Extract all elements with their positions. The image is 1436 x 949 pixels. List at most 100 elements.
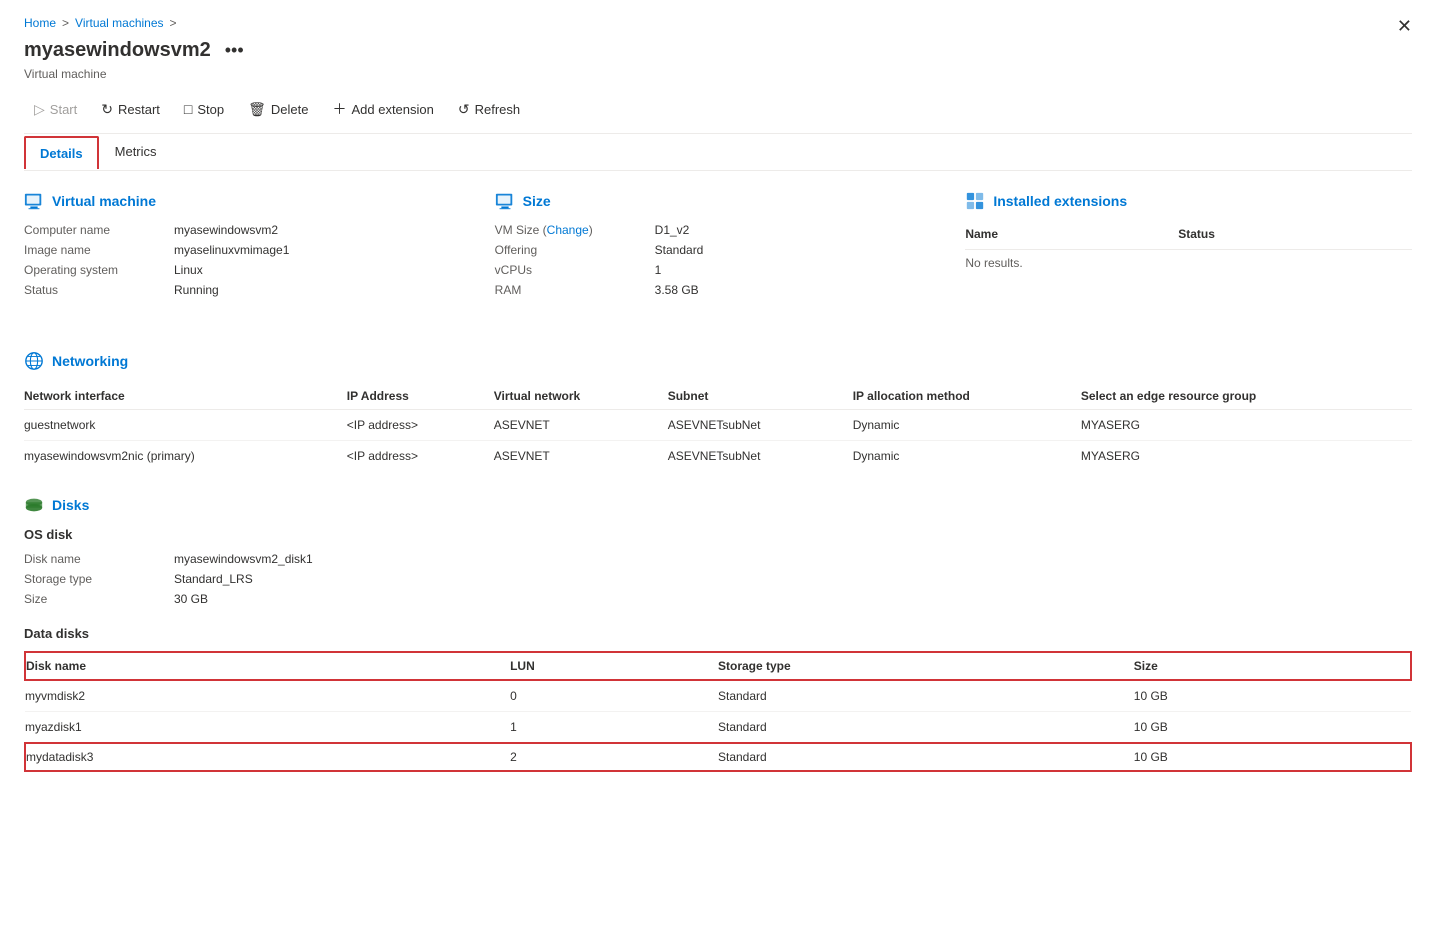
vm-os-value: Linux xyxy=(174,263,471,277)
vm-size-change-link[interactable]: Change xyxy=(547,223,589,237)
net-row-2: myasewindowsvm2nic (primary) <IP address… xyxy=(24,441,1412,472)
vm-image-name-row: Image name myaselinuxvmimage1 xyxy=(24,243,471,257)
start-label: Start xyxy=(50,102,77,117)
extensions-section-title: Installed extensions xyxy=(993,193,1127,209)
storage-type-value: Standard_LRS xyxy=(174,572,1412,586)
data-disk-3-storage: Standard xyxy=(718,743,1134,771)
add-extension-icon: ＋ xyxy=(332,99,346,119)
content-area: Virtual machine Computer name myasewindo… xyxy=(24,191,1412,772)
disk-size-label: Size xyxy=(24,592,174,606)
more-options-button[interactable]: ••• xyxy=(219,38,250,63)
size-icon xyxy=(495,191,515,211)
vm-status-value: Running xyxy=(174,283,471,297)
data-disks-title: Data disks xyxy=(24,626,1412,641)
disks-icon xyxy=(24,495,44,515)
net-row-2-ip: <IP address> xyxy=(347,441,494,472)
stop-button[interactable]: □ Stop xyxy=(174,95,234,123)
restart-button[interactable]: ↻ Restart xyxy=(91,95,170,124)
ram-label: RAM xyxy=(495,283,655,297)
subtitle: Virtual machine xyxy=(24,67,1412,81)
start-button[interactable]: ▷ Start xyxy=(24,95,87,124)
net-row-1-rg: MYASERG xyxy=(1081,410,1412,441)
vm-size-row: VM Size (Change) D1_v2 xyxy=(495,223,942,237)
net-row-2-subnet: ASEVNETsubNet xyxy=(668,441,853,472)
net-col-interface: Network interface xyxy=(24,383,347,410)
networking-icon-svg xyxy=(24,350,44,372)
extensions-section: Installed extensions Name Status No resu… xyxy=(965,191,1412,303)
close-button[interactable]: ✕ xyxy=(1397,16,1412,37)
stop-icon: □ xyxy=(184,101,192,117)
disk-name-row: Disk name myasewindowsvm2_disk1 xyxy=(24,552,1412,566)
net-row-1-vnet: ASEVNET xyxy=(494,410,668,441)
data-disks-col-storage: Storage type xyxy=(718,652,1134,680)
ext-col-name: Name xyxy=(965,223,1178,250)
refresh-button[interactable]: ↺ Refresh xyxy=(448,95,530,124)
tab-details[interactable]: Details xyxy=(24,136,99,169)
breadcrumb-virtual-machines[interactable]: Virtual machines xyxy=(75,16,164,30)
offering-value: Standard xyxy=(655,243,942,257)
offering-row: Offering Standard xyxy=(495,243,942,257)
data-disk-2-storage: Standard xyxy=(718,712,1134,744)
networking-section: Networking Network interface IP Address … xyxy=(24,351,1412,471)
disks-section-title: Disks xyxy=(52,497,89,513)
data-disk-3-lun: 2 xyxy=(510,743,718,771)
vm-icon-svg xyxy=(24,190,44,212)
ram-row: RAM 3.58 GB xyxy=(495,283,942,297)
tabs: Details Metrics xyxy=(24,134,1412,171)
vm-computer-name-value: myasewindowsvm2 xyxy=(174,223,471,237)
disks-section-header: Disks xyxy=(24,495,1412,515)
vm-size-value: D1_v2 xyxy=(655,223,942,237)
data-disk-1-size: 10 GB xyxy=(1134,680,1411,712)
net-row-2-interface: myasewindowsvm2nic (primary) xyxy=(24,441,347,472)
tab-metrics[interactable]: Metrics xyxy=(99,134,173,171)
top-sections: Virtual machine Computer name myasewindo… xyxy=(24,191,1412,327)
title-area: myasewindowsvm2 ••• xyxy=(24,38,1412,63)
start-icon: ▷ xyxy=(34,101,45,118)
os-disk-title: OS disk xyxy=(24,527,1412,542)
vm-icon xyxy=(24,191,44,211)
vm-status-row: Status Running xyxy=(24,283,471,297)
data-disk-1-lun: 0 xyxy=(510,680,718,712)
data-disks-col-lun: LUN xyxy=(510,652,718,680)
vcpus-label: vCPUs xyxy=(495,263,655,277)
breadcrumb-sep1: > xyxy=(62,16,69,30)
delete-button[interactable]: 🗑 Delete xyxy=(238,95,318,124)
vcpus-value: 1 xyxy=(655,263,942,277)
net-col-rg: Select an edge resource group xyxy=(1081,383,1412,410)
ext-col-status: Status xyxy=(1178,223,1412,250)
vm-section-title: Virtual machine xyxy=(52,193,156,209)
refresh-label: Refresh xyxy=(475,102,521,117)
disk-size-row: Size 30 GB xyxy=(24,592,1412,606)
extensions-section-header: Installed extensions xyxy=(965,191,1412,211)
disks-section: Disks OS disk Disk name myasewindowsvm2_… xyxy=(24,495,1412,772)
disk-size-value: 30 GB xyxy=(174,592,1412,606)
net-row-1-subnet: ASEVNETsubNet xyxy=(668,410,853,441)
restart-icon: ↻ xyxy=(101,101,113,118)
page-title: myasewindowsvm2 xyxy=(24,39,211,62)
breadcrumb-home[interactable]: Home xyxy=(24,16,56,30)
data-disk-2-lun: 1 xyxy=(510,712,718,744)
net-col-allocation: IP allocation method xyxy=(853,383,1081,410)
data-disk-row-3[interactable]: mydatadisk3 2 Standard 10 GB xyxy=(25,743,1411,771)
data-disk-3-size: 10 GB xyxy=(1134,743,1411,771)
size-section: Size VM Size (Change) D1_v2 Offering Sta… xyxy=(495,191,942,303)
toolbar: ▷ Start ↻ Restart □ Stop 🗑 Delete ＋ Add … xyxy=(24,93,1412,134)
extensions-icon xyxy=(965,191,985,211)
data-disk-row-1: myvmdisk2 0 Standard 10 GB xyxy=(25,680,1411,712)
add-extension-button[interactable]: ＋ Add extension xyxy=(322,93,443,125)
extensions-table: Name Status No results. xyxy=(965,223,1412,276)
size-section-title: Size xyxy=(523,193,551,209)
net-row-1-allocation: Dynamic xyxy=(853,410,1081,441)
net-row-2-vnet: ASEVNET xyxy=(494,441,668,472)
breadcrumb-sep2: > xyxy=(170,16,177,30)
data-disk-1-name: myvmdisk2 xyxy=(25,680,510,712)
ext-no-results-row: No results. xyxy=(965,250,1412,277)
data-disks-col-name: Disk name xyxy=(25,652,510,680)
restart-label: Restart xyxy=(118,102,160,117)
offering-label: Offering xyxy=(495,243,655,257)
vm-computer-name-label: Computer name xyxy=(24,223,174,237)
net-row-1-ip: <IP address> xyxy=(347,410,494,441)
data-disk-3-name: mydatadisk3 xyxy=(25,743,510,771)
vm-os-row: Operating system Linux xyxy=(24,263,471,277)
ext-no-results: No results. xyxy=(965,250,1412,277)
